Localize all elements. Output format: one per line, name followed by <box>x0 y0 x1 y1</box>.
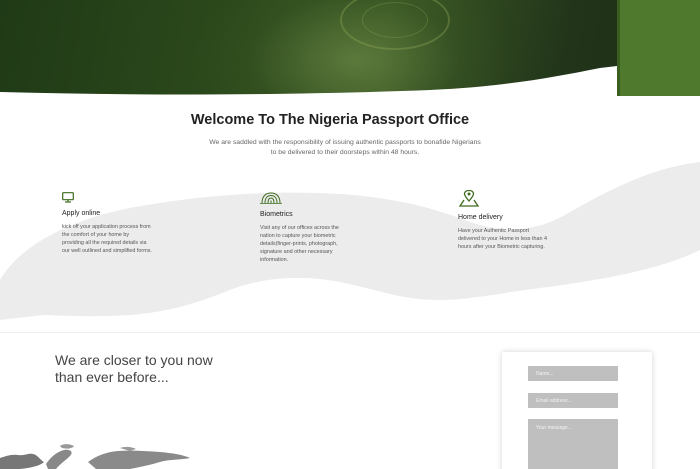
closer-heading: We are closer to you now than ever befor… <box>55 352 255 386</box>
closer-line-1: We are closer to you now <box>55 352 213 368</box>
feature-home-delivery: Home delivery Have your Authentic Passpo… <box>458 189 548 251</box>
feature-title: Home delivery <box>458 214 503 221</box>
hero-curve <box>0 66 617 96</box>
hero-banner <box>0 0 700 96</box>
feature-title: Apply online <box>62 210 101 217</box>
location-pin-icon <box>458 189 548 210</box>
feature-text: kick off your application process from t… <box>62 224 152 254</box>
name-field[interactable] <box>528 366 618 381</box>
feature-biometrics: Biometrics Visit any of our offices acro… <box>260 192 350 264</box>
closer-line-2: than ever before... <box>55 369 169 385</box>
monitor-icon <box>62 192 152 206</box>
section-divider <box>0 332 700 333</box>
email-field[interactable] <box>528 393 618 408</box>
world-map <box>0 444 190 469</box>
feature-text: Visit any of our offices across the nati… <box>260 225 339 263</box>
contact-form <box>502 352 652 469</box>
feature-text: Have your Authentic Passport delivered t… <box>458 228 547 250</box>
page-title: Welcome To The Nigeria Passport Office <box>190 112 470 128</box>
feature-apply-online: Apply online kick off your application p… <box>62 192 152 255</box>
message-field[interactable] <box>528 419 618 469</box>
subtitle-line-1: We are saddled with the responsibility o… <box>209 139 481 146</box>
feature-title: Biometrics <box>260 211 293 218</box>
fingerprint-icon <box>260 192 350 207</box>
